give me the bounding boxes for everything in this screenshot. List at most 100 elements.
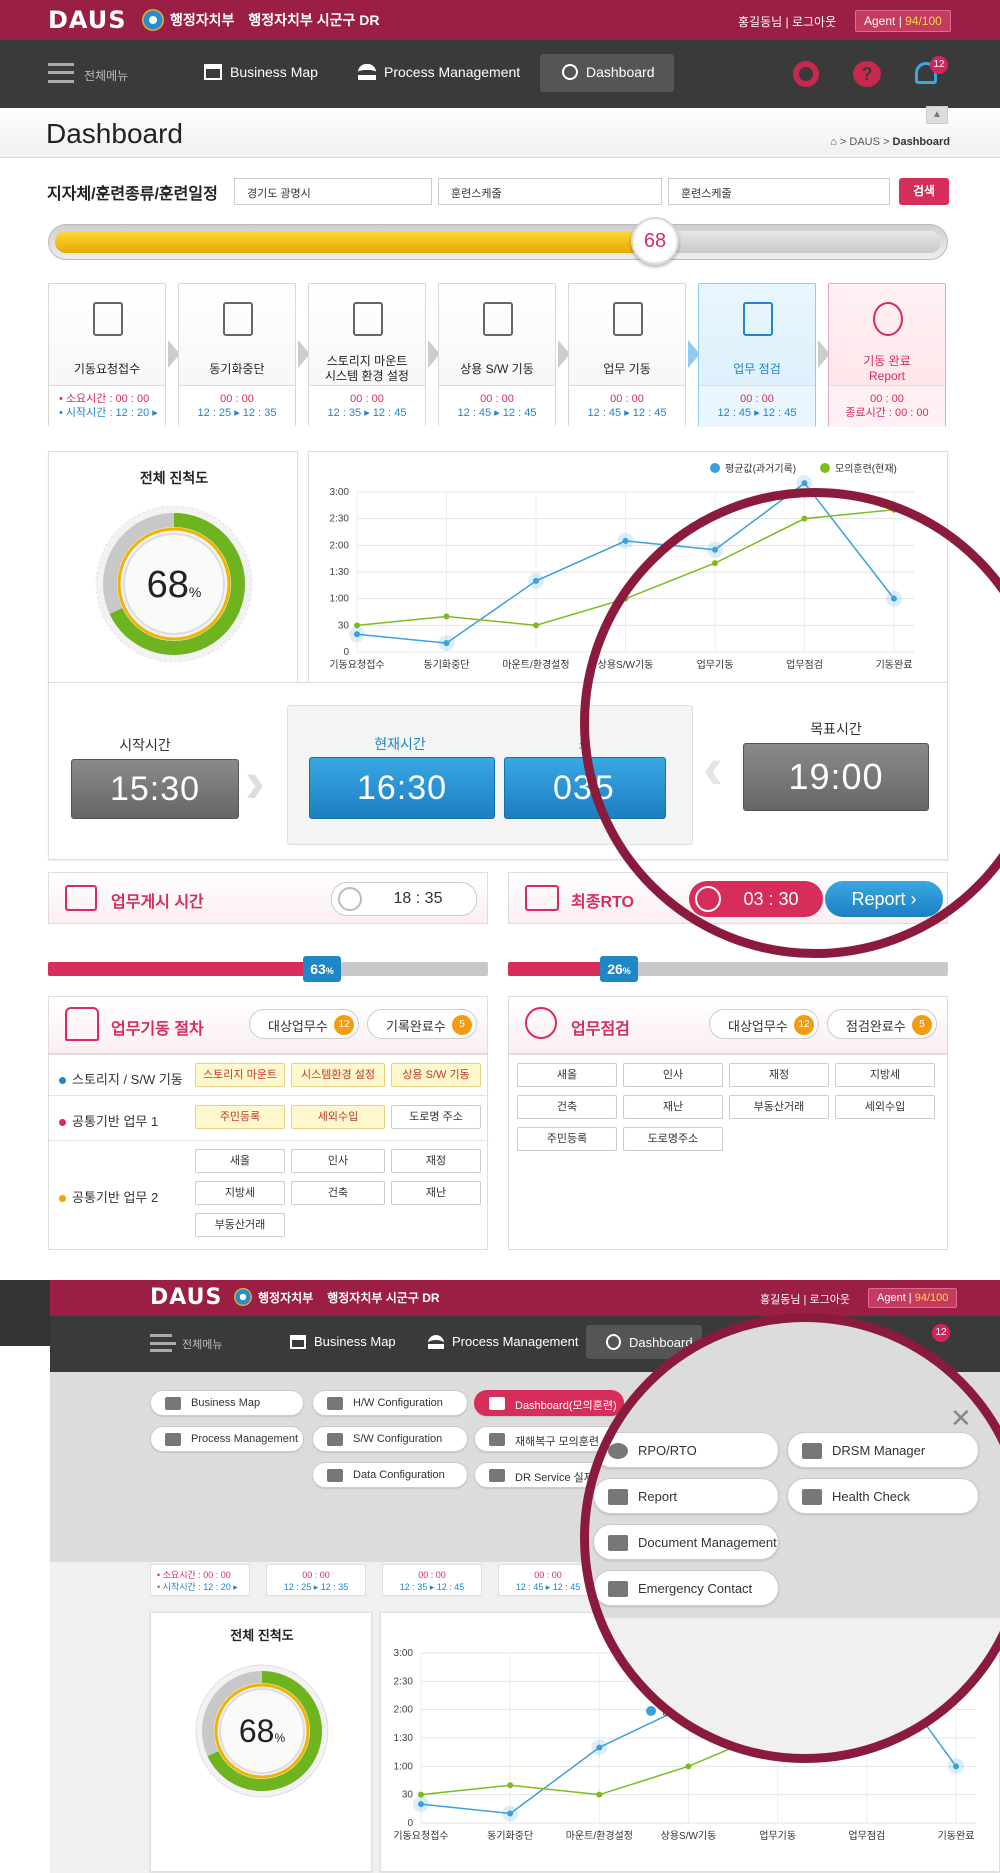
emblem-icon: [234, 1288, 252, 1306]
menu-hw-config[interactable]: H/W Configuration: [312, 1390, 468, 1416]
sitemap-icon: [204, 64, 222, 80]
step-1-name: 기동요청접수: [73, 362, 141, 376]
lower-overall-panel: 전체 진척도 68%: [150, 1612, 372, 1872]
progress-knob[interactable]: 68: [631, 217, 679, 265]
step-6[interactable]: 업무 점검 00 : 00 12 : 45 ▸ 12 : 45: [698, 283, 816, 427]
inspect-tag[interactable]: 세외수입: [835, 1095, 935, 1119]
tag-system-env[interactable]: 시스템환경 설정: [291, 1063, 385, 1087]
training-type-field[interactable]: 훈련스케줄: [438, 178, 662, 205]
nav-business-map-label: Business Map: [230, 64, 318, 80]
series-point: [507, 1782, 514, 1789]
collapse-up-button[interactable]: ▲: [926, 106, 948, 124]
inspect-tag[interactable]: 주민등록: [517, 1127, 617, 1151]
startup-target-count[interactable]: 대상업무수 12: [249, 1009, 359, 1039]
inspect-tag[interactable]: 새올: [517, 1063, 617, 1087]
page: { "app": {"logo": "DAUS", "org": "행정자치부"…: [0, 0, 1000, 1873]
notification-count: 12: [932, 1324, 950, 1342]
y-tick-label: 2:00: [394, 1705, 414, 1716]
inspect-tag[interactable]: 인사: [623, 1063, 723, 1087]
menu-process-management[interactable]: Process Management: [150, 1426, 304, 1452]
briefcase-icon: [65, 885, 97, 911]
step-5-name: 업무 기동: [603, 362, 651, 376]
tag-storage-mount[interactable]: 스토리지 마운트: [195, 1063, 285, 1087]
menu-sw-config[interactable]: S/W Configuration: [312, 1426, 468, 1452]
tag-road-address[interactable]: 도로명 주소: [391, 1105, 481, 1129]
inspect-tag[interactable]: 재난: [623, 1095, 723, 1119]
tag-saeol[interactable]: 새올: [195, 1149, 285, 1173]
inspect-tag[interactable]: 재정: [729, 1063, 829, 1087]
menu-dashboard-drill[interactable]: Dashboard(모의훈련): [474, 1390, 624, 1416]
home-icon[interactable]: ⌂: [830, 136, 837, 148]
step-3-icon: [353, 302, 383, 336]
inspection-list: 새올 인사 재정 지방세건축 재난 부동산거래 세외수입주민등록 도로명주소: [508, 1054, 948, 1250]
step-1[interactable]: 기동요청접수 • 소요시간 : 00 : 00 • 시작시간 : 12 : 20 ▸: [48, 283, 166, 427]
tag-non-tax[interactable]: 세외수입: [291, 1105, 385, 1129]
nav-business-map[interactable]: Business Map: [204, 64, 318, 80]
inspect-tag[interactable]: 부동산거래: [729, 1095, 829, 1119]
tag-building[interactable]: 건축: [291, 1181, 385, 1205]
lower-nav-dashboard[interactable]: Dashboard: [606, 1334, 693, 1350]
help-icon[interactable]: ?: [853, 61, 881, 87]
menu-icon[interactable]: [150, 1334, 176, 1352]
y-tick-label: 1:30: [394, 1733, 414, 1744]
lower-nav-business-map[interactable]: Business Map: [290, 1334, 396, 1349]
tag-local-tax[interactable]: 지방세: [195, 1181, 285, 1205]
step-5[interactable]: 업무 기동 00 : 00 12 : 45 ▸ 12 : 45: [568, 283, 686, 427]
menu-business-map[interactable]: Business Map: [150, 1390, 304, 1416]
tag-finance[interactable]: 재정: [391, 1149, 481, 1173]
sitemap-icon: [165, 1397, 181, 1410]
step-7-time: 00 : 00 종료시간 : 00 : 00: [829, 385, 945, 427]
y-tick-label: 1:00: [394, 1761, 414, 1772]
y-tick-label: 1:30: [330, 567, 350, 578]
step-1-time: • 소요시간 : 00 : 00 • 시작시간 : 12 : 20 ▸: [49, 385, 165, 427]
clock-icon: [338, 887, 362, 911]
tag-resident[interactable]: 주민등록: [195, 1105, 285, 1129]
y-tick-label: 1:00: [330, 594, 350, 605]
x-tick-label: 기동완료: [938, 1830, 975, 1842]
series-point: [533, 622, 539, 629]
inspect-tag[interactable]: 건축: [517, 1095, 617, 1119]
inspect-target-count[interactable]: 대상업무수 12: [709, 1009, 819, 1039]
legend-swatch: [820, 463, 830, 473]
overall-progress-panel: 전체 진척도 68%: [48, 451, 298, 684]
row-common-1-label: 공통기반 업무 1: [59, 1111, 158, 1130]
nav-dashboard-item[interactable]: Dashboard: [562, 64, 655, 80]
tag-real-estate[interactable]: 부동산거래: [195, 1213, 285, 1237]
page-header: ▲ Dashboard ⌂ > DAUS > Dashboard: [0, 106, 1000, 158]
top-bar: DAUS 행정자치부 행정자치부 시군구 DR 홍길동님 | 로그아웃 Agen…: [0, 0, 1000, 40]
all-menu-label[interactable]: 전체메뉴: [84, 67, 128, 84]
tag-commercial-sw[interactable]: 상용 S/W 기동: [391, 1063, 481, 1087]
region-field[interactable]: 경기도 광명시: [234, 178, 432, 205]
daus-logo[interactable]: DAUS: [48, 6, 127, 34]
tag-disaster[interactable]: 재난: [391, 1181, 481, 1205]
logout-link[interactable]: 로그아웃: [792, 15, 836, 29]
startup-done-count[interactable]: 기록완료수 5: [367, 1009, 477, 1039]
lower-org: 행정자치부 행정자치부 시군구 DR: [234, 1288, 440, 1306]
breadcrumb-home[interactable]: DAUS: [849, 136, 880, 148]
step-3[interactable]: 스토리지 마운트 시스템 환경 설정 00 : 00 12 : 35 ▸ 12 : 4…: [308, 283, 426, 427]
nav-process-management[interactable]: Process Management: [358, 64, 520, 80]
series-point: [953, 1763, 959, 1770]
lower-logo[interactable]: DAUS: [150, 1285, 222, 1310]
process-icon: [428, 1334, 444, 1349]
step-4[interactable]: 상용 S/W 기동 00 : 00 12 : 45 ▸ 12 : 45: [438, 283, 556, 427]
gear-icon[interactable]: [793, 61, 819, 87]
training-schedule-field[interactable]: 훈련스케줄: [668, 178, 890, 205]
start-time-label: 시작시간: [119, 737, 171, 753]
tag-hr[interactable]: 인사: [291, 1149, 385, 1173]
inspect-tag[interactable]: 도로명주소: [623, 1127, 723, 1151]
menu-data-config[interactable]: Data Configuration: [312, 1462, 468, 1488]
x-tick-label: 업무기동: [759, 1829, 796, 1842]
menu-icon[interactable]: [48, 63, 74, 83]
step-6-time: 00 : 00 12 : 45 ▸ 12 : 45: [699, 385, 815, 427]
lower-nav-process[interactable]: Process Management: [428, 1334, 578, 1349]
search-button[interactable]: 검색: [899, 178, 949, 205]
step-7[interactable]: 기동 완료 Report 00 : 00 종료시간 : 00 : 00: [828, 283, 946, 427]
step-6-icon: [743, 302, 773, 336]
tools-icon: [489, 1433, 505, 1446]
x-tick-label: 동기화중단: [424, 659, 470, 671]
inspect-done-count[interactable]: 점검완료수 5: [827, 1009, 937, 1039]
agent-label: Agent: [864, 14, 896, 28]
inspect-tag[interactable]: 지방세: [835, 1063, 935, 1087]
step-2[interactable]: 동기화중단 00 : 00 12 : 25 ▸ 12 : 35: [178, 283, 296, 427]
